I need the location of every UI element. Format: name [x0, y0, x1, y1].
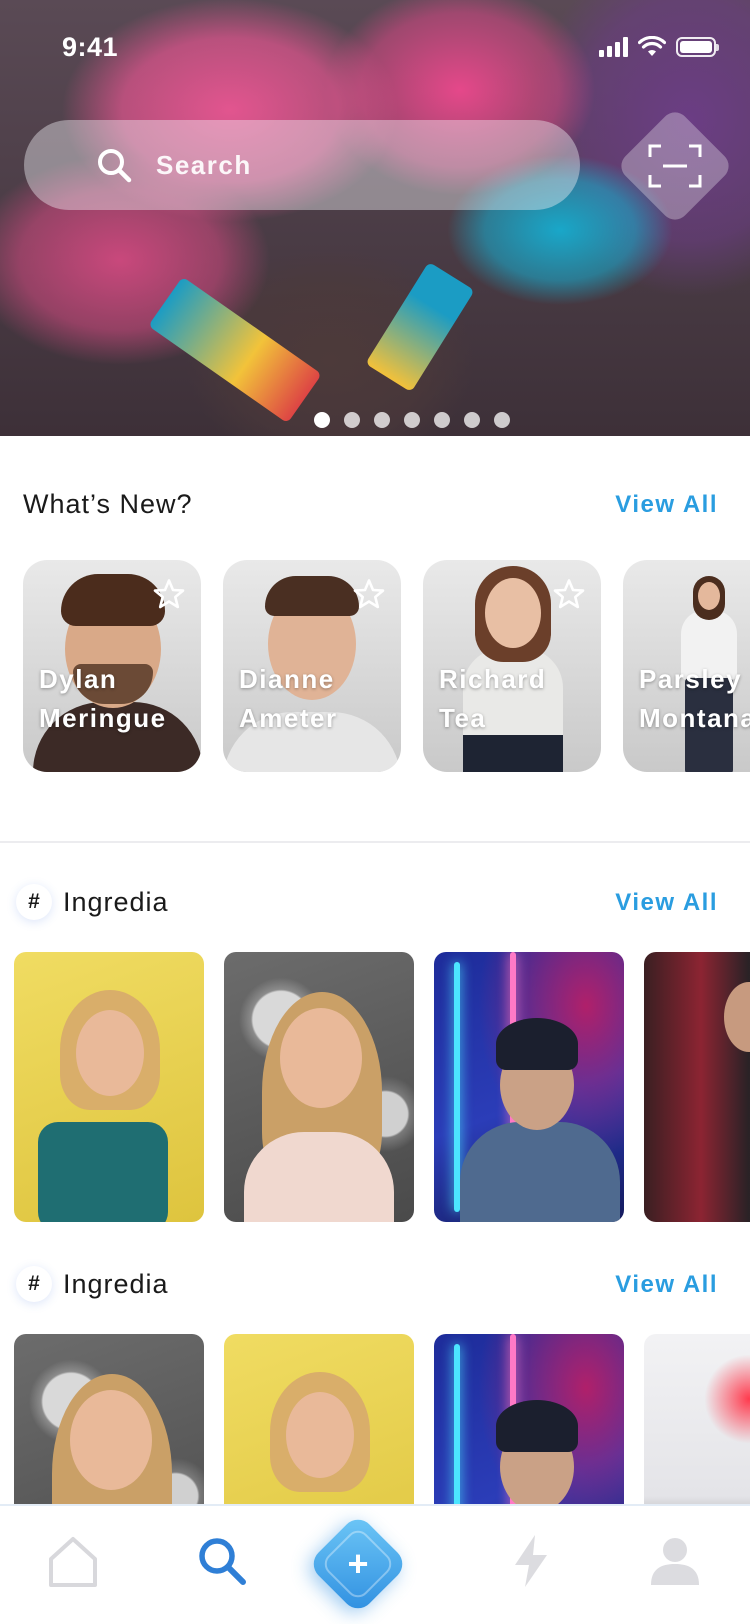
person-first-name: Dylan — [39, 664, 118, 694]
whats-new-title: What’s New? — [23, 489, 193, 519]
person-name: Dylan Meringue — [39, 660, 201, 738]
photo-tile[interactable] — [224, 1334, 414, 1504]
hero-image-detail — [365, 261, 475, 393]
carousel-dot[interactable] — [434, 412, 450, 428]
scan-icon — [648, 144, 702, 188]
person-last-name: Ameter — [239, 703, 338, 733]
carousel-dot[interactable] — [464, 412, 480, 428]
status-time: 9:41 — [62, 32, 119, 62]
photo-tile[interactable] — [434, 1334, 624, 1504]
add-icon: + — [347, 1543, 369, 1584]
person-first-name: Dianne — [239, 664, 335, 694]
star-icon[interactable] — [553, 578, 585, 610]
tab-home[interactable] — [38, 1526, 108, 1596]
carousel-dot[interactable] — [374, 412, 390, 428]
signal-icon — [599, 37, 628, 57]
profile-icon — [651, 1538, 699, 1585]
person-card[interactable]: Dianne Ameter — [223, 560, 401, 772]
photo-tile[interactable] — [644, 1334, 750, 1504]
carousel-dot[interactable] — [344, 412, 360, 428]
people-carousel[interactable]: Dylan Meringue Dianne Ameter Richard Tea — [23, 560, 750, 772]
search-icon — [199, 1538, 246, 1585]
section-view-all-link[interactable]: View All — [615, 1271, 718, 1299]
section-view-all-link[interactable]: View All — [615, 889, 718, 917]
person-name: Parsley Montana — [639, 660, 750, 738]
carousel-dot[interactable] — [404, 412, 420, 428]
photo-carousel[interactable] — [14, 952, 750, 1224]
search-input[interactable]: Search — [156, 150, 252, 181]
wifi-icon — [638, 36, 666, 56]
home-icon — [49, 1537, 97, 1587]
person-last-name: Tea — [439, 703, 487, 733]
search-bar[interactable]: Search — [24, 120, 580, 210]
section-divider — [0, 841, 750, 843]
photo-tile[interactable] — [644, 952, 750, 1222]
status-indicators — [599, 36, 719, 58]
tab-activity[interactable] — [496, 1526, 566, 1596]
add-button[interactable]: + — [307, 1513, 409, 1615]
hero-image-detail — [148, 276, 322, 424]
person-first-name: Richard — [439, 664, 547, 694]
hero-banner[interactable]: 9:41 Search — [0, 0, 750, 436]
carousel-dot[interactable] — [314, 412, 330, 428]
hashtag-icon: # — [16, 884, 52, 920]
scan-button[interactable] — [615, 106, 735, 226]
battery-icon — [676, 37, 719, 57]
carousel-dots[interactable] — [314, 412, 510, 428]
tab-search[interactable] — [187, 1526, 257, 1596]
person-last-name: Meringue — [39, 703, 167, 733]
person-name: Richard Tea — [439, 660, 601, 738]
person-first-name: Parsley — [639, 664, 743, 694]
photo-carousel[interactable] — [14, 1334, 750, 1504]
whats-new-view-all-link[interactable]: View All — [615, 491, 718, 519]
section-title: Ingredia — [63, 1269, 169, 1299]
person-card[interactable]: Parsley Montana — [623, 560, 750, 772]
carousel-dot[interactable] — [494, 412, 510, 428]
photo-tile[interactable] — [224, 952, 414, 1222]
section-title: Ingredia — [63, 887, 169, 917]
flash-icon — [515, 1535, 547, 1587]
tab-profile[interactable] — [640, 1526, 710, 1596]
person-card[interactable]: Dylan Meringue — [23, 560, 201, 772]
photo-tile[interactable] — [14, 952, 204, 1222]
search-icon — [98, 149, 132, 183]
person-card[interactable]: Richard Tea — [423, 560, 601, 772]
tab-bar: + — [0, 1504, 750, 1624]
star-icon[interactable] — [153, 578, 185, 610]
person-last-name: Montana — [639, 703, 750, 733]
photo-tile[interactable] — [14, 1334, 204, 1504]
star-icon[interactable] — [353, 578, 385, 610]
hashtag-icon: # — [16, 1266, 52, 1302]
person-name: Dianne Ameter — [239, 660, 401, 738]
photo-tile[interactable] — [434, 952, 624, 1222]
